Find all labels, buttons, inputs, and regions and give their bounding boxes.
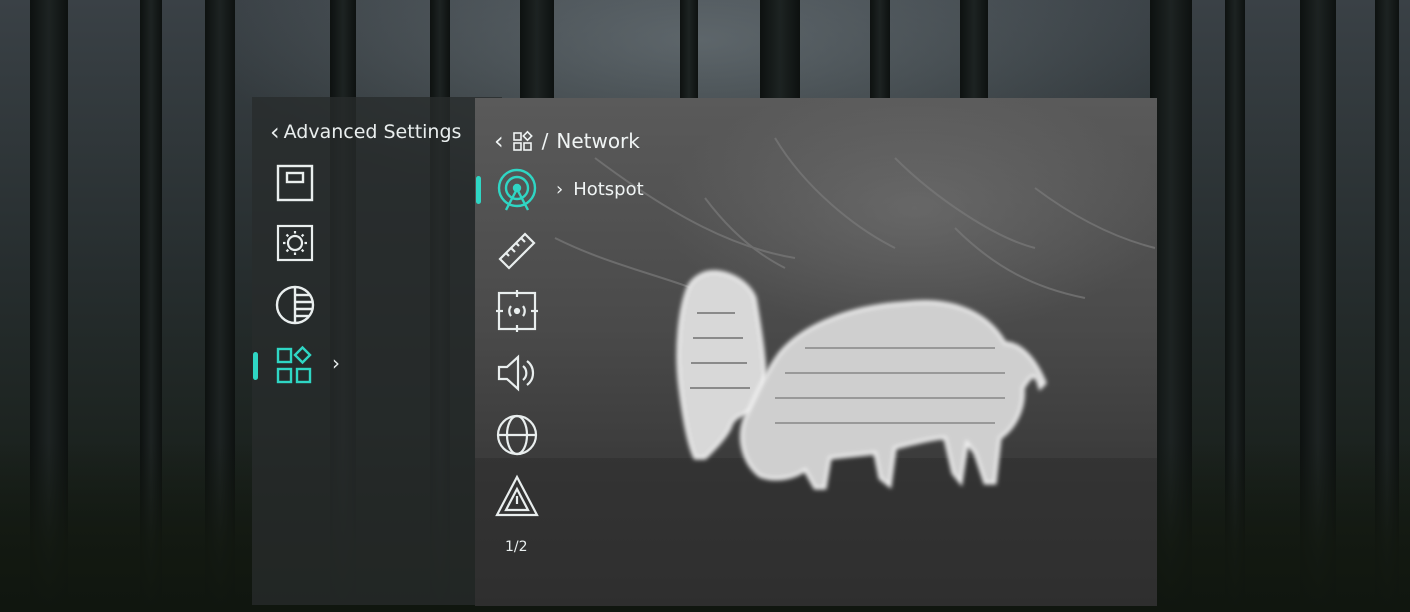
- network-breadcrumb[interactable]: ‹ / Network: [494, 126, 640, 156]
- back-chevron-icon[interactable]: ‹: [494, 129, 504, 153]
- selected-indicator: [253, 352, 258, 380]
- breadcrumb-separator: /: [541, 129, 549, 153]
- back-chevron-icon[interactable]: ‹: [270, 120, 280, 144]
- selected-indicator: [476, 176, 481, 204]
- page-indicator: 1/2: [505, 539, 528, 555]
- target-focus-icon[interactable]: [494, 288, 540, 334]
- function-grid-icon: [512, 130, 533, 151]
- ruler-icon[interactable]: [494, 228, 540, 274]
- advanced-settings-title: Advanced Settings: [283, 121, 462, 143]
- submenu-chevron-icon: ›: [332, 351, 340, 375]
- contrast-icon[interactable]: [272, 282, 318, 328]
- function-grid-icon[interactable]: [272, 343, 318, 389]
- hotspot-menu-item[interactable]: › Hotspot: [556, 176, 644, 202]
- hotspot-icon[interactable]: [494, 166, 540, 212]
- speaker-icon[interactable]: [494, 350, 540, 396]
- hotspot-chevron-icon: ›: [556, 178, 564, 200]
- network-title: Network: [556, 129, 640, 153]
- globe-icon[interactable]: [494, 412, 540, 458]
- thermal-boar-image: [475, 137, 1157, 606]
- hotspot-label: Hotspot: [573, 178, 644, 200]
- network-panel: [475, 98, 1157, 606]
- display-frame-icon[interactable]: [272, 161, 318, 207]
- advanced-settings-header[interactable]: ‹ Advanced Settings: [270, 118, 461, 146]
- brightness-icon[interactable]: [272, 221, 318, 267]
- warning-triangle-icon[interactable]: [494, 474, 540, 520]
